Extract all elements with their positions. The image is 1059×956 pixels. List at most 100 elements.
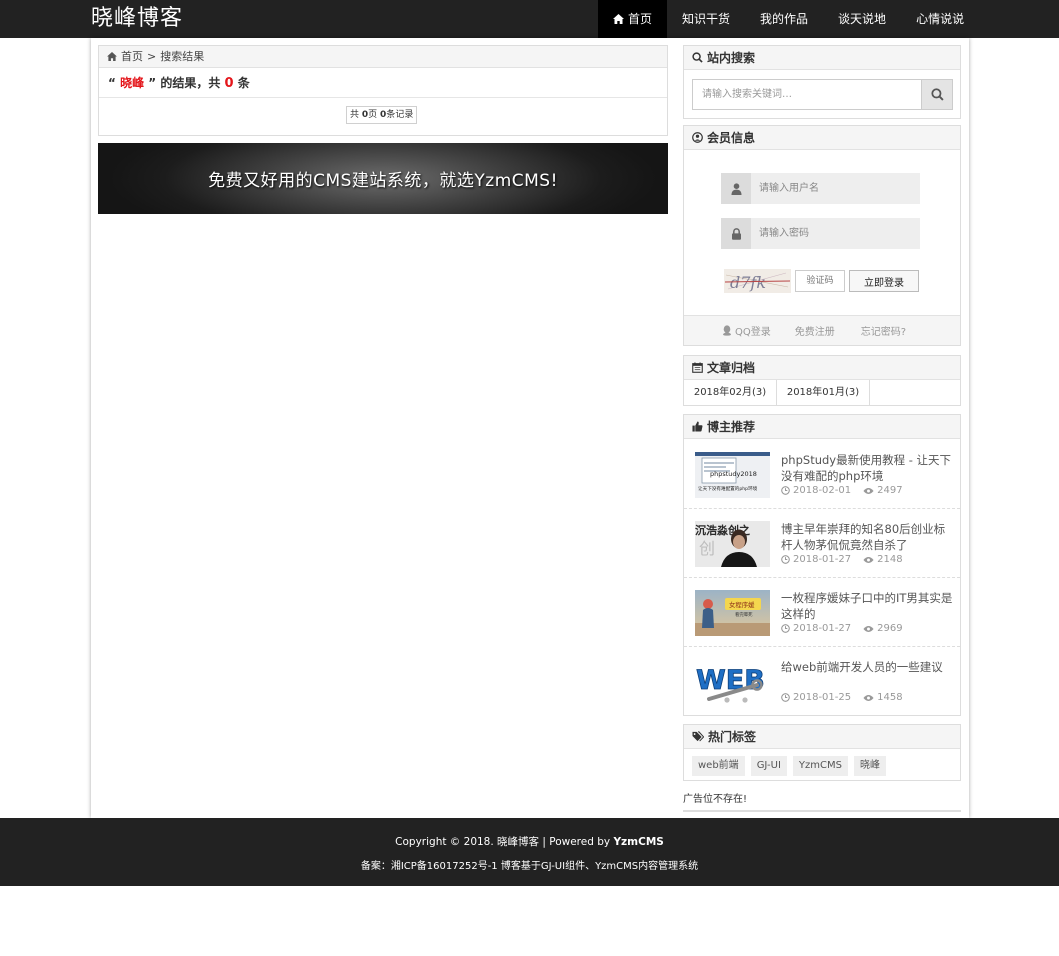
username-field — [721, 173, 920, 204]
recommend-item[interactable]: phpstudy2018 让天下没有难配置的php环境 phpStudy最新使用… — [684, 440, 960, 509]
member-panel: 会员信息 d7fk 立即登录 — [683, 125, 961, 346]
article-thumbnail: 沉浩淼创之 创 — [695, 521, 770, 567]
breadcrumb-home-link[interactable]: 首页 — [121, 46, 143, 68]
icp-link[interactable]: 备案：湘ICP备16017252号-1 博客基于GJ-UI组件、YzmCMS内容… — [361, 861, 698, 872]
breadcrumb: 首页 > 搜索结果 — [99, 46, 667, 68]
panel-header: 热门标签 — [684, 725, 960, 749]
clock-icon — [781, 693, 790, 702]
nav-label: 首页 — [628, 12, 653, 26]
nav-label: 谈天说地 — [838, 12, 887, 26]
search-input[interactable] — [692, 79, 922, 110]
panel-title: 博主推荐 — [707, 419, 756, 434]
thumb-caption: 女程序媛 — [729, 600, 755, 609]
banner-text: 免费又好用的CMS建站系统，就选YzmCMS! — [208, 171, 558, 191]
article-views: 2148 — [877, 554, 903, 565]
password-field — [721, 218, 920, 249]
nav-item-home[interactable]: 首页 — [598, 0, 668, 38]
article-title[interactable]: phpStudy最新使用教程 - 让天下没有难配的php环境 — [781, 452, 956, 484]
panel-title: 站内搜索 — [707, 50, 756, 65]
thumb-subcaption: 创 — [699, 539, 715, 558]
top-navbar: 晓峰博客 首页 知识干货 我的作品 谈天说地 心情说说 — [0, 0, 1059, 38]
article-thumbnail: WEB — [695, 659, 770, 705]
tag-item[interactable]: GJ-UI — [750, 756, 787, 776]
article-title[interactable]: 博主早年崇拜的知名80后创业标杆人物茅侃侃竟然自杀了 — [781, 521, 956, 553]
article-views: 2969 — [877, 623, 903, 634]
promo-banner[interactable]: 免费又好用的CMS建站系统，就选YzmCMS! — [98, 143, 668, 214]
breadcrumb-separator: > — [147, 49, 157, 63]
search-icon — [930, 88, 944, 101]
copyright-line: Copyright © 2018. 晓峰博客 | Powered by YzmC… — [0, 834, 1059, 849]
calendar-icon — [692, 362, 703, 373]
tag-list: web前端 GJ-UI YzmCMS 晓峰 — [684, 749, 960, 776]
login-button[interactable]: 立即登录 — [849, 270, 919, 292]
recommend-item[interactable]: 沉浩淼创之 创 博主早年崇拜的知名80后创业标杆人物茅侃侃竟然自杀了 2018-… — [684, 509, 960, 578]
main-nav: 首页 知识干货 我的作品 谈天说地 心情说说 — [598, 0, 979, 38]
nav-item-works[interactable]: 我的作品 — [745, 0, 823, 38]
qq-icon — [723, 325, 731, 336]
nav-item-knowledge[interactable]: 知识干货 — [667, 0, 745, 38]
eye-icon — [863, 694, 874, 701]
nav-label: 知识干货 — [682, 12, 731, 26]
article-views: 2497 — [877, 485, 903, 496]
password-input[interactable] — [751, 218, 916, 249]
result-unit: 条 — [237, 76, 250, 90]
article-title[interactable]: 给web前端开发人员的一些建议 — [781, 659, 956, 675]
article-title[interactable]: 一枚程序媛妹子口中的IT男其实是这样的 — [781, 590, 956, 622]
tag-item[interactable]: web前端 — [692, 756, 745, 776]
username-input[interactable] — [751, 173, 916, 204]
archive-item[interactable]: 2018年01月(3) — [777, 380, 870, 405]
footer: Copyright © 2018. 晓峰博客 | Powered by YzmC… — [0, 818, 1059, 886]
recommend-item[interactable]: WEB 给web前端开发人员的一些建议 2018-01-25 1458 — [684, 647, 960, 716]
archive-list: 2018年02月(3) 2018年01月(3) — [684, 380, 960, 405]
thumbs-up-icon — [692, 421, 703, 432]
article-meta: 2018-01-27 2148 — [781, 554, 903, 565]
site-search-panel: 站内搜索 — [683, 45, 961, 119]
home-icon — [107, 52, 117, 61]
captcha-text: d7fk — [730, 273, 766, 292]
article-meta: 2018-02-01 2497 — [781, 485, 903, 496]
register-link[interactable]: 免费注册 — [795, 323, 835, 338]
article-meta: 2018-01-27 2969 — [781, 623, 903, 634]
eye-icon — [863, 625, 874, 632]
pager-prefix: 共 — [350, 110, 360, 120]
result-text: 的结果，共 — [156, 76, 221, 90]
site-logo[interactable]: 晓峰博客 — [91, 4, 183, 34]
pagination-row: 共 0页 0条记录 — [99, 98, 667, 134]
article-views: 1458 — [877, 692, 903, 703]
recommend-item[interactable]: 女程序媛 看完晕死 一枚程序媛妹子口中的IT男其实是这样的 2018-01-27… — [684, 578, 960, 647]
clock-icon — [781, 555, 790, 564]
nav-item-chat[interactable]: 谈天说地 — [823, 0, 901, 38]
panel-title: 文章归档 — [707, 360, 756, 375]
captcha-image[interactable]: d7fk — [724, 269, 791, 293]
user-icon — [721, 173, 751, 204]
powered-by-link[interactable]: YzmCMS — [613, 836, 663, 848]
clock-icon — [781, 624, 790, 633]
nav-item-mood[interactable]: 心情说说 — [901, 0, 979, 38]
clock-icon — [781, 486, 790, 495]
pager-mid: 页 — [368, 110, 378, 120]
pagination-info[interactable]: 共 0页 0条记录 — [346, 106, 418, 124]
tag-item[interactable]: 晓峰 — [853, 756, 886, 776]
article-date: 2018-01-25 — [793, 692, 852, 703]
archive-panel: 文章归档 2018年02月(3) 2018年01月(3) — [683, 355, 961, 406]
archive-item[interactable]: 2018年02月(3) — [684, 380, 777, 405]
article-date: 2018-01-27 — [793, 554, 852, 565]
icp-line: 备案：湘ICP备16017252号-1 博客基于GJ-UI组件、YzmCMS内容… — [0, 857, 1059, 872]
breadcrumb-current: 搜索结果 — [160, 49, 205, 63]
search-results-box: 首页 > 搜索结果 “ 晓峰 ” 的结果，共 0 条 共 0页 0条记录 — [98, 45, 668, 136]
eye-icon — [863, 556, 874, 563]
ad-placeholder: 广告位不存在! — [683, 790, 961, 812]
tag-item[interactable]: YzmCMS — [792, 756, 848, 776]
search-button[interactable] — [922, 79, 953, 110]
member-links: QQ登录 免费注册 忘记密码? — [684, 315, 960, 345]
panel-header: 文章归档 — [684, 356, 960, 380]
tags-icon — [692, 731, 704, 742]
thumb-caption: phpstudy2018 — [710, 470, 757, 478]
qq-login-link[interactable]: QQ登录 — [722, 323, 771, 338]
captcha-input[interactable] — [795, 270, 845, 292]
thumb-subcaption: 看完晕死 — [735, 611, 753, 618]
tags-panel: 热门标签 web前端 GJ-UI YzmCMS 晓峰 — [683, 724, 961, 781]
close-quote: ” — [148, 76, 157, 90]
forgot-password-link[interactable]: 忘记密码? — [861, 323, 906, 338]
user-circle-icon — [692, 132, 703, 143]
